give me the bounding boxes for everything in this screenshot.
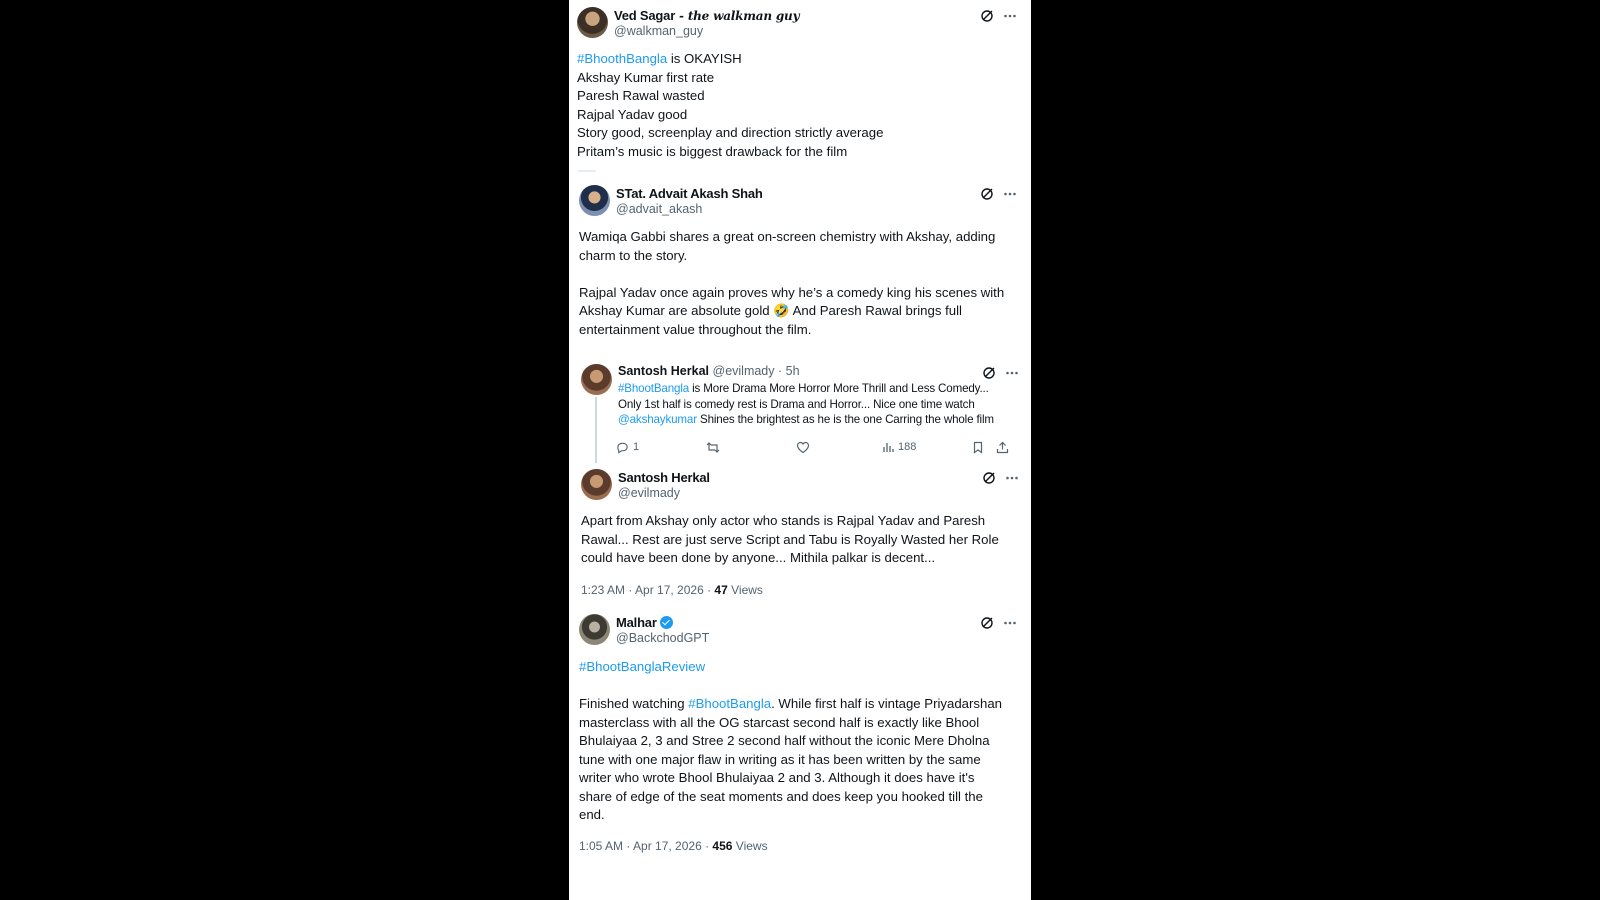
text-line: charm to the story. [579,247,688,263]
handle[interactable]: @walkman_guy [614,24,703,38]
text-line: Apart from Akshay only actor who stands … [581,513,986,528]
screenshot-collage: Ved Sagar - the walkman guy @walkman_guy… [569,0,1031,900]
tweet-header-actions [982,366,1019,380]
display-name[interactable]: Santosh Herkal [618,364,709,378]
handle[interactable]: @BackchodGPT [616,631,709,645]
timestamp[interactable]: 1:05 AM · Apr 17, 2026 · [579,839,712,853]
divider [578,170,596,172]
reply-count: 1 [633,441,640,453]
views-count: 47 [714,583,728,597]
hashtag-link[interactable]: #BhootBanglaReview [579,659,705,674]
retweet-icon [706,441,720,453]
views-label: Views [727,583,763,597]
share-icon [996,441,1009,453]
bookmark-button[interactable] [972,441,984,454]
retweet-button[interactable] [706,441,720,454]
more-icon[interactable] [1005,471,1019,485]
text-line: Wamiqa Gabbi shares a great on-screen ch… [579,229,996,244]
mention-link[interactable]: @akshaykumar [618,413,697,426]
text-line: tune with one major flaw in writing as i… [579,751,981,767]
reply-icon [617,442,628,454]
more-icon[interactable] [1003,9,1017,23]
display-name[interactable]: Ved Sagar - the walkman guy [614,8,800,23]
text-line: entertainment value throughout the film. [579,321,812,337]
text-line: is OKAYISH [667,51,742,66]
views-count: 188 [898,441,917,453]
avatar[interactable] [579,614,610,645]
text-line: Story good, screenplay and direction str… [577,125,884,140]
tweet-header-actions [982,471,1019,485]
tweet-header: Santosh Herkal @evilmady · 5h [618,364,800,378]
hashtag-link[interactable]: #BhootBangla [688,696,771,711]
more-icon[interactable] [1003,187,1017,201]
text-line: Rawal... Rest are just serve Script and … [581,531,999,547]
text-line: . While first half is vintage Priyadarsh… [771,696,1002,711]
name-text: Malhar [616,615,657,630]
text-line: Paresh Rawal wasted [577,88,705,103]
tweet-header-actions [980,616,1017,630]
tweet-text: #BhoothBangla is OKAYISH Akshay Kumar fi… [577,50,883,161]
text-line: Only 1st half is comedy rest is Drama an… [618,397,975,411]
text-line: is More Drama More Horror More Thrill an… [689,382,989,395]
views-count: 456 [712,839,733,853]
timestamp[interactable]: · 5h [778,364,800,378]
handle[interactable]: @evilmady [618,486,680,500]
text-line: end. [579,807,605,822]
tweet-text: #BhootBanglaReview Finished watching #Bh… [579,658,1002,825]
tweet-meta: 1:05 AM · Apr 17, 2026 · 456 Views [579,839,768,853]
text-line: share of edge of the seat moments and do… [579,788,983,804]
hashtag-link[interactable]: #BhootBangla [618,382,689,395]
reply-button[interactable]: 1 [616,441,639,454]
share-button[interactable] [996,441,1009,454]
text-line: could have been done by anyone... Mithil… [581,550,936,565]
text-line: Finished watching [579,696,689,711]
grok-icon[interactable] [982,366,996,380]
timestamp[interactable]: 1:23 AM · Apr 17, 2026 · [581,583,714,597]
text-line: Rajpal Yadav once again proves why he’s … [579,284,1005,300]
name-text: Ved Sagar [614,8,676,23]
views-button[interactable]: 188 [882,441,916,453]
tweet-header-actions [980,9,1017,23]
text-line: Rajpal Yadav good [577,106,688,122]
text-line: writer who wrote Bhool Bhulaiyaa 2 and 3… [579,770,975,785]
display-name[interactable]: Santosh Herkal [618,470,710,485]
grok-icon[interactable] [980,187,994,201]
text-line: Shines the brightest as he is the one Ca… [696,413,994,426]
bookmark-icon [973,441,983,454]
display-name[interactable]: STat. Advait Akash Shah [616,186,763,201]
handle[interactable]: @evilmady [713,364,775,378]
avatar[interactable] [581,364,612,395]
grok-icon[interactable] [980,616,994,630]
grok-icon[interactable] [982,471,996,485]
tweet-text: Apart from Akshay only actor who stands … [581,512,999,568]
chart-icon [883,443,894,452]
name-suffix: - the walkman guy [675,9,800,23]
hashtag-link[interactable]: #BhoothBangla [577,51,667,66]
avatar[interactable] [579,185,610,216]
action-bar: 1 188 [616,439,1010,455]
handle[interactable]: @advait_akash [616,202,702,216]
display-name[interactable]: Malhar [616,615,673,630]
grok-icon[interactable] [980,9,994,23]
avatar[interactable] [581,469,612,500]
views-label: Views [732,839,768,853]
text-line: Bhulaiyaa 2, 3 and Stree 2 second half w… [579,733,990,748]
tweet-text: #BhootBangla is More Drama More Horror M… [618,381,994,428]
tweet-text: Wamiqa Gabbi shares a great on-screen ch… [579,228,1004,339]
avatar[interactable] [577,7,608,38]
tweet-header-actions [980,187,1017,201]
more-icon[interactable] [1005,366,1019,380]
text-line: masterclass with all the OG starcast sec… [579,714,980,730]
text-line: Pritam’s music is biggest drawback for t… [577,143,848,159]
thread-connector [595,397,597,463]
tweet-meta: 1:23 AM · Apr 17, 2026 · 47 Views [581,583,763,597]
text-line: Akshay Kumar first rate [577,69,715,85]
like-button[interactable] [796,441,810,454]
more-icon[interactable] [1003,616,1017,630]
text-line: Akshay Kumar are absolute gold 🤣 And Par… [579,303,962,318]
verified-badge-icon [659,616,673,629]
heart-icon [796,441,810,453]
